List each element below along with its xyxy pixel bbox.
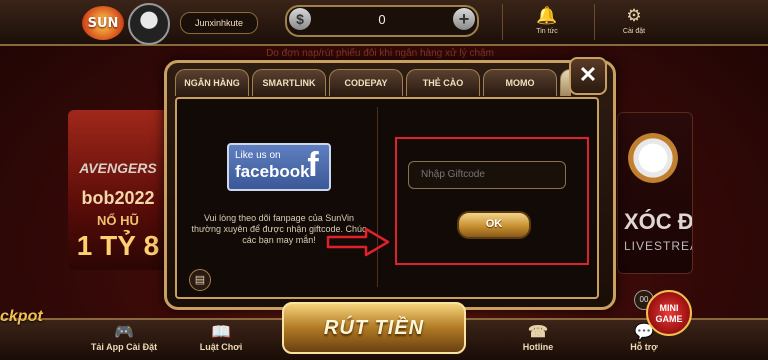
phone-icon: ☎: [528, 324, 548, 341]
tab-codepay[interactable]: CODEPAY: [329, 69, 403, 96]
dice-plate-icon: [628, 133, 678, 183]
tab-smartlink[interactable]: SMARTLINK: [252, 69, 326, 96]
giftcode-panel: Like us on facebook f Vui lòng theo dõi …: [175, 97, 599, 299]
minigame-button[interactable]: MINI GAME: [646, 290, 692, 336]
xoc-dia-livestream-banner[interactable]: XÓC ĐĨ LIVESTREA: [617, 112, 693, 274]
arrow-right-icon: [326, 227, 390, 257]
banner-title: XÓC ĐĨ: [624, 209, 693, 234]
top-bar: SUN Junxinhkute $ 0 + 🔔 Tin tức ⚙ Cài đặ…: [0, 0, 768, 46]
banner-subtitle: LIVESTREA: [624, 239, 693, 253]
document-icon[interactable]: ▤: [189, 269, 211, 291]
minigame-label-1: MINI: [659, 303, 679, 313]
add-balance-button[interactable]: +: [453, 8, 475, 30]
minigame-label-2: GAME: [655, 314, 683, 324]
hotline-button[interactable]: ☎ Hotline: [510, 324, 566, 352]
jackpot-banner[interactable]: AVENGERS bob2022 NỔ HŨ 1 TỶ 8: [68, 110, 168, 270]
banner-title: bob2022: [81, 188, 155, 208]
giftcode-modal: NGÂN HÀNG SMARTLINK CODEPAY THẺ CÀO MOMO…: [164, 57, 616, 310]
banner-subtitle: NỔ HŨ: [97, 213, 139, 228]
fb-like-text: Like us on: [235, 150, 281, 161]
facebook-icon: f: [307, 146, 319, 184]
avatar[interactable]: [128, 3, 170, 45]
notice-marquee: Do đợn nạp/rút phiếu đôi khi ngân hàng x…: [266, 48, 494, 59]
modal-tabs: NGÂN HÀNG SMARTLINK CODEPAY THẺ CÀO MOMO…: [175, 69, 571, 97]
settings-label: Cài đặt: [622, 28, 646, 35]
highlight-box: [395, 137, 589, 265]
tab-momo[interactable]: MOMO: [483, 69, 557, 96]
username-label: Junxinhkute: [180, 12, 258, 34]
gear-icon: ⚙: [626, 6, 642, 25]
banner-avengers-text: AVENGERS: [79, 160, 157, 176]
tab-the-cao[interactable]: THẺ CÀO: [406, 69, 480, 96]
divider: [377, 107, 378, 287]
news-label: Tin tức: [536, 28, 558, 35]
giftcode-input[interactable]: [408, 161, 566, 189]
rules-button[interactable]: 📖 Luật Chơi: [186, 324, 256, 352]
controller-icon: 🎮: [114, 324, 134, 341]
ok-button[interactable]: OK: [457, 211, 531, 239]
facebook-like-button[interactable]: Like us on facebook f: [227, 143, 331, 191]
jackpot-label[interactable]: ckpot: [0, 308, 43, 326]
bell-icon: 🔔: [536, 6, 558, 25]
dollar-icon: $: [289, 8, 311, 30]
sun-logo: SUN: [82, 6, 124, 40]
rules-icon: 📖: [211, 324, 231, 341]
install-app-label: Tải App Cài Đặt: [90, 342, 158, 352]
tab-ngan-hang[interactable]: NGÂN HÀNG: [175, 69, 249, 96]
divider: [502, 4, 503, 40]
support-label: Hỗ trợ: [630, 342, 658, 352]
banner-amount: 1 TỶ 8: [76, 230, 160, 261]
withdraw-button[interactable]: RÚT TIỀN: [282, 302, 466, 354]
install-app-button[interactable]: 🎮 Tải App Cài Đặt: [84, 324, 164, 352]
divider: [594, 4, 595, 40]
balance-amount: 0: [378, 12, 386, 27]
settings-button[interactable]: ⚙ Cài đặt: [607, 4, 661, 40]
news-button[interactable]: 🔔 Tin tức: [520, 4, 574, 40]
rules-label: Luật Chơi: [199, 342, 243, 352]
fb-brand-text: facebook: [235, 162, 310, 181]
balance-box: $ 0 +: [285, 5, 479, 37]
close-button[interactable]: ✕: [569, 57, 607, 95]
hotline-label: Hotline: [522, 342, 554, 352]
